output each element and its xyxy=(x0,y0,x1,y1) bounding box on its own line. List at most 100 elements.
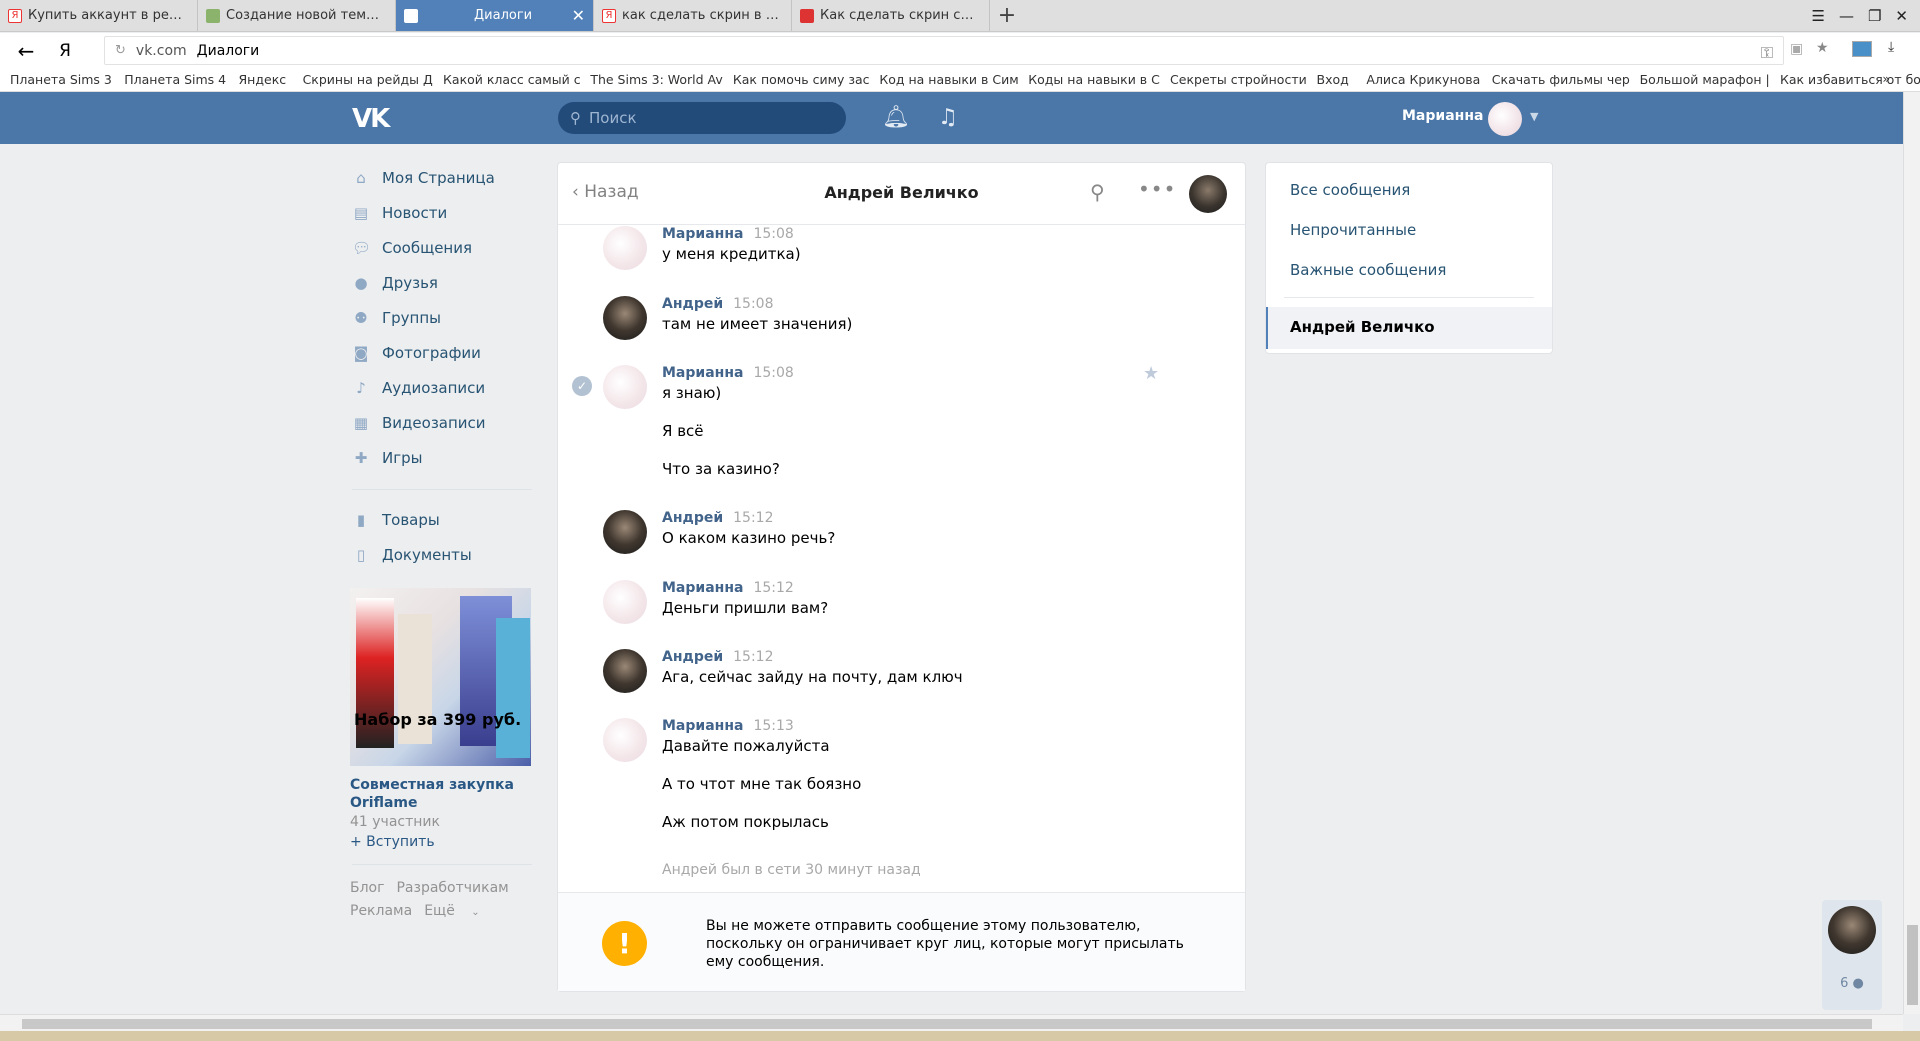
avatar[interactable] xyxy=(1189,175,1227,213)
bookmark[interactable]: The Sims 3: World Av xyxy=(580,72,723,87)
menu-icon[interactable]: ☰ xyxy=(1812,7,1825,25)
selected-dialog-label: Андрей Величко xyxy=(1290,318,1435,336)
message-author[interactable]: Марианна xyxy=(662,365,743,381)
key-icon[interactable]: ⚿ xyxy=(1761,43,1773,63)
footer-link-dev[interactable]: Разработчикам xyxy=(396,880,508,896)
mini-chat[interactable]: 6 ● xyxy=(1822,900,1882,1010)
avatar[interactable] xyxy=(603,580,647,624)
search-icon[interactable]: ⚲ xyxy=(1090,180,1105,204)
ad-image-caption: Набор за 399 руб. xyxy=(354,710,522,729)
extension-icon[interactable] xyxy=(1852,41,1872,57)
lock-icon[interactable]: ▣ xyxy=(1790,41,1803,57)
new-tab-button[interactable]: + xyxy=(990,0,1024,31)
restore-icon[interactable]: ❐ xyxy=(1868,7,1881,25)
bookmark[interactable]: Скрины на рейды Д xyxy=(293,72,433,87)
message-author[interactable]: Марианна xyxy=(662,580,743,596)
checkmark-icon[interactable]: ✓ xyxy=(572,376,592,396)
bookmark[interactable]: Планета Sims 3 xyxy=(0,72,114,87)
bookmark[interactable]: Какой класс самый с xyxy=(433,72,580,87)
avatar[interactable] xyxy=(603,718,647,762)
sidebar-item-audio[interactable]: ♪ Аудиозаписи xyxy=(350,370,535,405)
url-field[interactable]: ↻ vk.com Диалоги ⚿ xyxy=(104,36,1784,65)
browser-tab[interactable]: Создание новой темы в ра xyxy=(198,0,396,31)
selected-dialog[interactable]: Андрей Величко xyxy=(1266,307,1552,349)
scrollbar-thumb[interactable] xyxy=(1907,925,1918,1005)
bookmark[interactable]: Коды на навыки в С xyxy=(1018,72,1160,87)
bookmark[interactable]: Секреты стройности xyxy=(1160,72,1306,87)
bell-icon[interactable]: 🔔︎ xyxy=(882,105,910,130)
bookmark[interactable]: Код на навыки в Сим xyxy=(869,72,1018,87)
footer-link-more[interactable]: Ещё ⌄ xyxy=(424,903,492,919)
vk-logo[interactable]: VK xyxy=(352,104,394,134)
avatar[interactable] xyxy=(603,226,647,270)
vertical-scrollbar[interactable] xyxy=(1903,92,1920,1014)
chevron-down-icon[interactable]: ▼ xyxy=(1530,110,1538,123)
bookmark[interactable]: Как избавиться от бо xyxy=(1770,72,1920,87)
ad-title[interactable]: Совместная закупка Oriflame xyxy=(350,776,535,812)
bookmark[interactable]: Яндекс xyxy=(229,72,293,87)
sidebar-item-video[interactable]: ▦ Видеозаписи xyxy=(350,405,535,440)
address-bar: ← Я ↻ vk.com Диалоги ⚿ ▣ ★ ⤓ xyxy=(0,33,1920,68)
avatar[interactable] xyxy=(1828,906,1876,954)
reload-icon[interactable]: ↻ xyxy=(115,43,126,58)
sidebar-item-my-page[interactable]: ⌂ Моя Страница xyxy=(350,160,535,195)
message-author[interactable]: Марианна xyxy=(662,226,743,242)
more-options-icon[interactable]: ••• xyxy=(1138,177,1176,201)
scrollbar-thumb[interactable] xyxy=(22,1019,1872,1029)
bookmark[interactable]: Алиса Крикунова xyxy=(1356,72,1481,87)
more-bookmarks-icon[interactable]: » xyxy=(1882,71,1890,86)
horizontal-scrollbar[interactable] xyxy=(0,1014,1903,1031)
sidebar-item-news[interactable]: ▤ Новости xyxy=(350,195,535,230)
bookmark[interactable]: Как помочь симу зас xyxy=(723,72,869,87)
browser-tab-active[interactable]: Диалоги ✕ xyxy=(396,0,594,31)
filter-unread[interactable]: Непрочитанные xyxy=(1290,221,1416,239)
divider xyxy=(352,489,532,490)
divider xyxy=(1284,297,1534,298)
bookmark[interactable]: Вход xyxy=(1307,72,1357,87)
message-author[interactable]: Андрей xyxy=(662,510,723,526)
browser-tab[interactable]: Как сделать скрин страниц xyxy=(792,0,990,31)
ad-image[interactable]: Набор за 399 руб. xyxy=(350,588,531,766)
footer-link-blog[interactable]: Блог xyxy=(350,880,384,896)
message-author[interactable]: Марианна xyxy=(662,718,743,734)
avatar[interactable] xyxy=(603,296,647,340)
sidebar-item-documents[interactable]: ▯ Документы xyxy=(350,537,535,572)
user-name[interactable]: Марианна xyxy=(1402,108,1483,124)
bookmark[interactable]: Большой марафон | xyxy=(1630,72,1770,87)
sidebar-item-friends[interactable]: ● Друзья xyxy=(350,265,535,300)
message-author[interactable]: Андрей xyxy=(662,649,723,665)
avatar[interactable] xyxy=(603,510,647,554)
message-time: 15:08 xyxy=(753,226,794,242)
close-window-icon[interactable]: ✕ xyxy=(1895,7,1908,25)
download-icon[interactable]: ⤓ xyxy=(1888,39,1894,55)
sidebar-item-goods[interactable]: ▮ Товары xyxy=(350,502,535,537)
footer-link-ads[interactable]: Реклама xyxy=(350,903,412,919)
star-icon[interactable]: ★ xyxy=(1143,363,1159,384)
home-icon: ⌂ xyxy=(356,168,366,187)
yandex-logo-icon[interactable]: Я xyxy=(52,41,78,61)
browser-tab[interactable]: Я Купить аккаунт в ревелешн xyxy=(0,0,198,31)
sidebar-item-groups[interactable]: ⚉ Группы xyxy=(350,300,535,335)
music-icon[interactable]: ♫ xyxy=(938,105,958,130)
bookmark[interactable]: Скачать фильмы чер xyxy=(1482,72,1630,87)
browser-tab[interactable]: Якак сделать скрин в интерн xyxy=(594,0,792,31)
avatar[interactable] xyxy=(603,365,647,409)
filter-important[interactable]: Важные сообщения xyxy=(1290,261,1446,279)
ad-join-link[interactable]: + Вступить xyxy=(350,834,535,850)
bookmark[interactable]: Планета Sims 4 xyxy=(114,72,228,87)
sidebar-item-messages[interactable]: 💬︎ Сообщения xyxy=(350,230,535,265)
tab-title: Купить аккаунт в ревелешн xyxy=(28,8,189,23)
chevron-down-icon: ⌄ xyxy=(471,907,480,918)
filter-all-messages[interactable]: Все сообщения xyxy=(1290,181,1410,199)
star-bookmark-icon[interactable]: ★ xyxy=(1816,40,1829,56)
search-input[interactable]: ⚲ Поиск xyxy=(558,102,846,134)
sidebar-item-photos[interactable]: ◙ Фотографии xyxy=(350,335,535,370)
avatar[interactable] xyxy=(603,649,647,693)
minimize-icon[interactable]: — xyxy=(1839,7,1854,25)
message-text: Что за казино? xyxy=(662,460,780,478)
sidebar-item-games[interactable]: ✚ Игры xyxy=(350,440,535,475)
avatar[interactable] xyxy=(1488,102,1522,136)
close-icon[interactable]: ✕ xyxy=(572,6,585,25)
message-author[interactable]: Андрей xyxy=(662,296,723,312)
back-arrow-icon[interactable]: ← xyxy=(0,39,52,63)
